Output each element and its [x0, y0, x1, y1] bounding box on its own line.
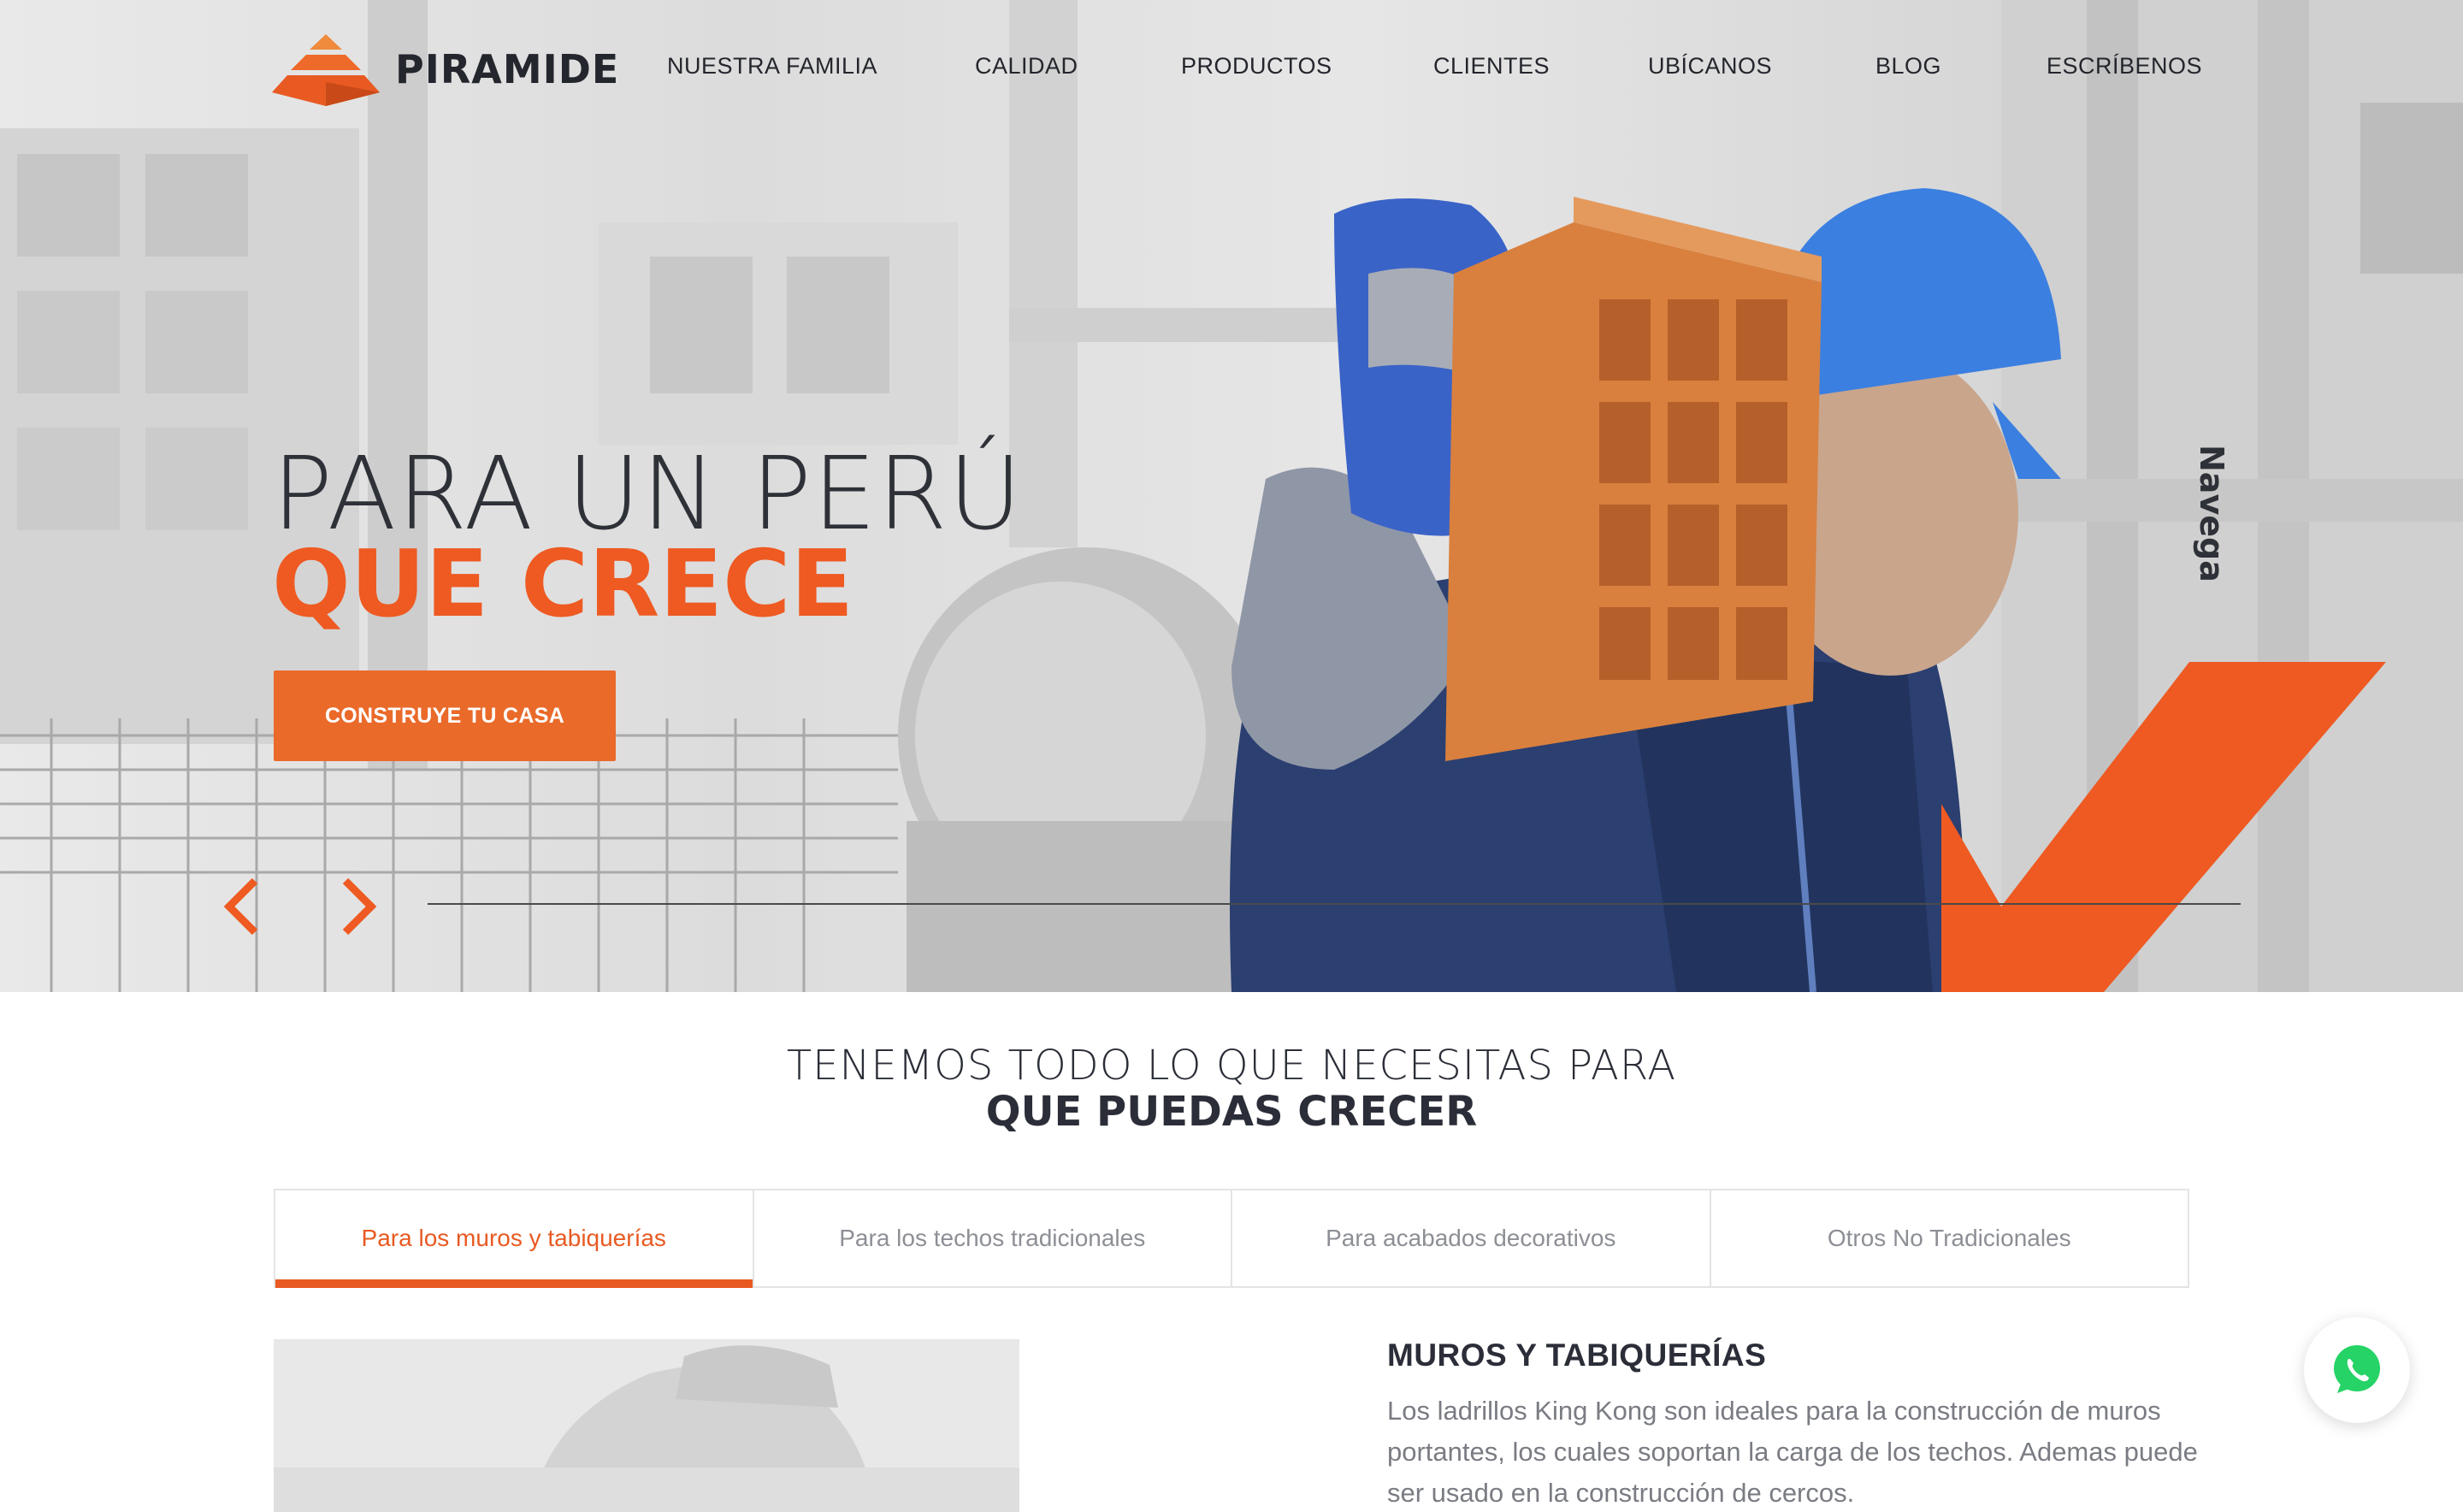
slider-next-button[interactable]	[334, 872, 385, 941]
nav-nuestra-familia[interactable]: NUESTRA FAMILIA	[667, 53, 877, 80]
section-title-line2: QUE PUEDAS CRECER	[985, 1088, 1478, 1136]
nav-productos[interactable]: PRODUCTOS	[1181, 53, 1332, 80]
construye-tu-casa-button[interactable]: CONSTRUYE TU CASA	[274, 670, 616, 761]
section-title-line1: TENEMOS TODO LO QUE NECESITAS PARA	[786, 1042, 1677, 1090]
muros-image	[274, 1339, 1019, 1512]
content-title: MUROS Y TABIQUERÍAS	[1387, 1338, 1767, 1373]
hero-title-line2: QUE CRECE	[272, 531, 854, 638]
tab-muros-tabiquerias[interactable]: Para los muros y tabiquerías	[275, 1190, 754, 1288]
nav-ubicanos[interactable]: UBÍCANOS	[1648, 53, 1772, 80]
product-tabs: Para los muros y tabiquerías Para los te…	[274, 1189, 2189, 1288]
tab-otros-no-tradicionales[interactable]: Otros No Tradicionales	[1710, 1190, 2188, 1286]
hero-slider: PIRAMIDE NUESTRA FAMILIA CALIDAD PRODUCT…	[0, 0, 2463, 992]
navega-side-label[interactable]: Navega	[2193, 445, 2230, 582]
nav-calidad[interactable]: CALIDAD	[975, 53, 1078, 80]
worker-photo-image	[274, 1339, 1019, 1512]
tab-acabados-decorativos[interactable]: Para acabados decorativos	[1232, 1190, 1711, 1286]
nav-clientes[interactable]: CLIENTES	[1433, 53, 1550, 80]
main-nav: NUESTRA FAMILIA CALIDAD PRODUCTOS CLIENT…	[0, 53, 2463, 87]
whatsapp-icon	[2334, 1345, 2380, 1393]
whatsapp-button[interactable]	[2304, 1317, 2410, 1423]
chevron-right-icon	[342, 877, 377, 936]
slider-prev-button[interactable]	[216, 872, 267, 941]
nav-blog[interactable]: BLOG	[1875, 53, 1941, 80]
tab-techos-tradicionales[interactable]: Para los techos tradicionales	[753, 1190, 1232, 1286]
slider-progress-line	[428, 903, 2241, 905]
nav-escribenos[interactable]: ESCRÍBENOS	[2047, 53, 2202, 80]
hero-title-line1: PARA UN PERÚ	[272, 434, 1023, 552]
content-body: Los ladrillos King Kong son ideales para…	[1387, 1396, 2198, 1508]
chevron-left-icon	[223, 877, 258, 936]
